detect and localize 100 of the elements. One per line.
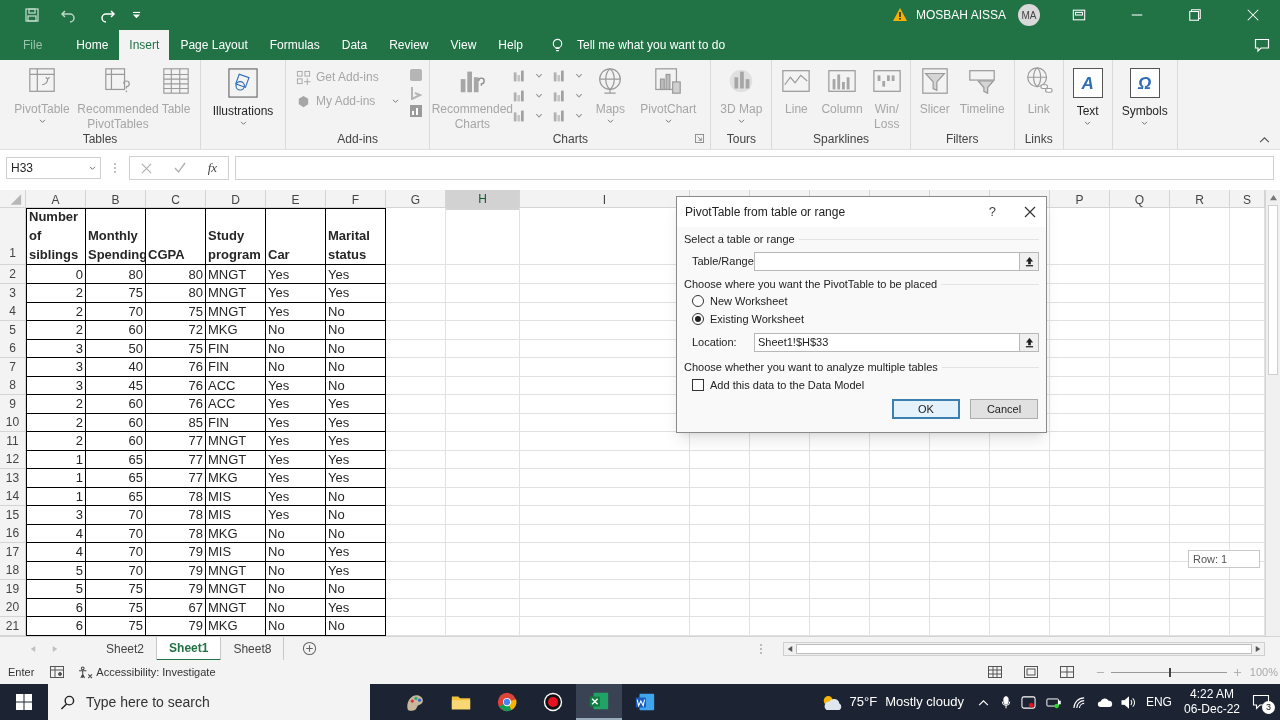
menu-tab[interactable]: Home <box>65 30 120 60</box>
empty-cell[interactable] <box>870 487 930 506</box>
macro-record-icon[interactable] <box>50 666 65 678</box>
browser-app-icon[interactable] <box>496 691 518 713</box>
empty-cell[interactable] <box>750 468 810 488</box>
empty-cell[interactable] <box>990 505 1050 525</box>
empty-cell[interactable] <box>690 505 750 525</box>
menu-tab[interactable]: Data <box>330 30 379 60</box>
search-field[interactable]: Type here to search <box>48 684 370 720</box>
empty-cell[interactable] <box>690 579 750 599</box>
empty-cell[interactable] <box>1050 561 1110 580</box>
header-letter[interactable]: E <box>266 190 326 210</box>
empty-cell[interactable] <box>870 450 930 469</box>
row-number[interactable]: 12 <box>0 450 26 469</box>
empty-cell[interactable] <box>750 450 810 469</box>
empty-cell[interactable] <box>810 561 870 580</box>
header-letter[interactable]: P <box>1050 190 1110 210</box>
empty-cell[interactable] <box>386 579 446 599</box>
empty-cell[interactable] <box>1170 505 1230 525</box>
battery-icon[interactable] <box>1045 695 1062 709</box>
customize-caret-icon[interactable] <box>132 10 141 20</box>
empty-cell[interactable] <box>690 561 750 580</box>
wifi-icon[interactable] <box>1071 695 1087 709</box>
empty-cell[interactable] <box>870 616 930 636</box>
empty-cell[interactable] <box>750 542 810 562</box>
empty-cell[interactable] <box>1110 357 1170 377</box>
empty-cell[interactable] <box>1050 468 1110 488</box>
empty-cell[interactable] <box>1110 394 1170 414</box>
row-number[interactable]: 14 <box>0 487 26 506</box>
empty-cell[interactable] <box>446 524 520 543</box>
empty-cell[interactable] <box>1050 339 1110 358</box>
row-number[interactable]: 18 <box>0 561 26 580</box>
header-letter[interactable]: H <box>446 190 520 210</box>
empty-cell[interactable] <box>930 524 990 543</box>
empty-cell[interactable] <box>1110 265 1170 284</box>
empty-cell[interactable] <box>750 487 810 506</box>
redo-icon[interactable] <box>100 7 116 23</box>
empty-cell[interactable] <box>520 579 690 599</box>
empty-cell[interactable] <box>386 208 446 265</box>
lightbulb-icon[interactable] <box>550 37 565 53</box>
empty-cell[interactable] <box>930 616 990 636</box>
collapse-dialog-button[interactable] <box>1020 251 1039 271</box>
radio-button[interactable] <box>692 295 704 307</box>
page-layout-icon[interactable] <box>1023 666 1038 678</box>
camera-status-icon[interactable] <box>1020 694 1036 710</box>
empty-cell[interactable] <box>446 394 520 414</box>
empty-cell[interactable] <box>930 468 990 488</box>
save-icon[interactable] <box>24 7 40 23</box>
empty-cell[interactable] <box>446 413 520 432</box>
empty-cell[interactable] <box>1170 487 1230 506</box>
accessibility-button[interactable]: Accessibility: Investigate <box>96 663 216 681</box>
checkbox-label[interactable]: Add this data to the Data Model <box>710 376 865 394</box>
empty-cell[interactable] <box>1110 283 1170 303</box>
empty-cell[interactable] <box>870 561 930 580</box>
windows-start-icon[interactable] <box>16 694 32 710</box>
empty-cell[interactable] <box>1050 283 1110 303</box>
empty-cell[interactable] <box>446 283 520 303</box>
empty-cell[interactable] <box>690 450 750 469</box>
empty-cell[interactable] <box>1110 616 1170 636</box>
empty-cell[interactable] <box>1050 320 1110 340</box>
tell-me-field[interactable]: Tell me what you want to do <box>577 36 726 54</box>
empty-cell[interactable] <box>810 524 870 543</box>
empty-cell[interactable] <box>1110 468 1170 488</box>
empty-cell[interactable] <box>386 524 446 543</box>
microphone-icon[interactable] <box>1000 694 1011 710</box>
empty-cell[interactable] <box>1050 265 1110 284</box>
menu-tab[interactable]: Insert <box>119 30 170 60</box>
row-number[interactable]: 2 <box>0 265 26 284</box>
empty-cell[interactable] <box>1050 524 1110 543</box>
empty-cell[interactable] <box>520 468 690 488</box>
menu-tab[interactable]: Review <box>378 30 440 60</box>
empty-cell[interactable] <box>1110 561 1170 580</box>
empty-cell[interactable] <box>446 468 520 488</box>
empty-cell[interactable] <box>810 598 870 617</box>
empty-cell[interactable] <box>1050 302 1110 321</box>
zoom-slider-thumb[interactable] <box>1168 667 1171 677</box>
scroll-left-icon[interactable] <box>787 644 793 653</box>
empty-cell[interactable] <box>1050 616 1110 636</box>
record-app-icon[interactable] <box>542 691 564 713</box>
empty-cell[interactable] <box>386 283 446 303</box>
empty-cell[interactable] <box>930 450 990 469</box>
app-icon[interactable] <box>409 86 424 100</box>
header-letter[interactable]: D <box>206 190 266 210</box>
header-letter[interactable]: C <box>146 190 206 210</box>
empty-cell[interactable] <box>386 302 446 321</box>
sheet-tab[interactable]: Sheet1 <box>157 636 222 661</box>
empty-cell[interactable] <box>810 468 870 488</box>
empty-cell[interactable] <box>386 376 446 395</box>
row-number[interactable]: 4 <box>0 302 26 321</box>
empty-cell[interactable] <box>1110 579 1170 599</box>
empty-cell[interactable] <box>446 505 520 525</box>
empty-cell[interactable] <box>1170 302 1230 321</box>
empty-cell[interactable] <box>386 431 446 451</box>
empty-cell[interactable] <box>690 468 750 488</box>
empty-cell[interactable] <box>870 598 930 617</box>
empty-cell[interactable] <box>1110 431 1170 451</box>
empty-cell[interactable] <box>1170 468 1230 488</box>
empty-cell[interactable] <box>446 208 520 265</box>
empty-cell[interactable] <box>870 468 930 488</box>
empty-cell[interactable] <box>690 524 750 543</box>
